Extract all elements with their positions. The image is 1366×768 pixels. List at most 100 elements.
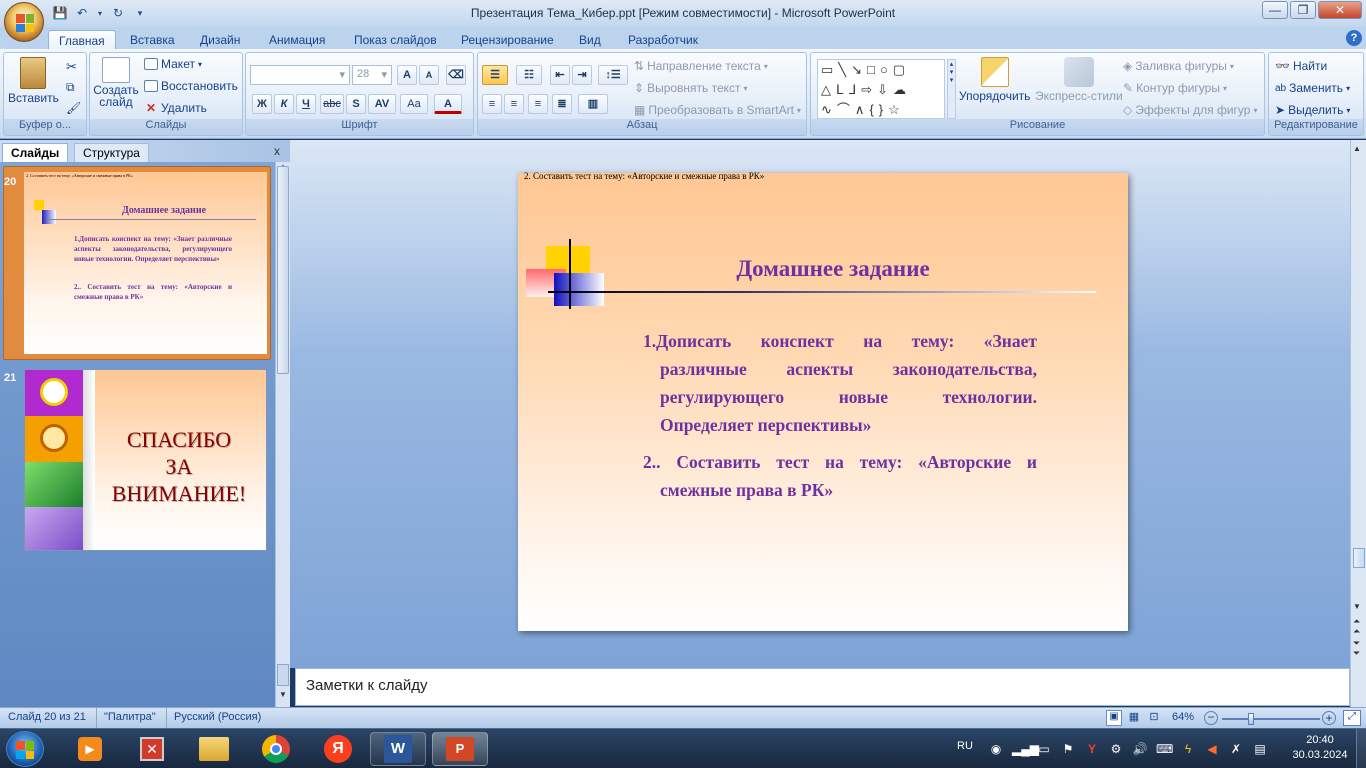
shape-outline-button[interactable]: ✎ Контур фигуры ▾ (1123, 81, 1227, 95)
no-network-icon[interactable]: ✗ (1228, 741, 1244, 757)
shrink-font-button[interactable]: A (419, 65, 439, 85)
smartart-button[interactable]: ▦ Преобразовать в SmartArt ▾ (634, 103, 801, 117)
tab-design[interactable]: Дизайн (190, 30, 250, 49)
tab-review[interactable]: Рецензирование (451, 30, 564, 49)
cut-icon[interactable]: ✂ (66, 59, 77, 75)
underline-button[interactable]: Ч (296, 94, 316, 114)
tray-settings-icon[interactable]: ⚙ (1108, 741, 1124, 757)
columns-button[interactable]: ▥ (578, 94, 608, 114)
fit-to-window-icon[interactable]: ⤢ (1343, 710, 1361, 726)
zoom-out-icon[interactable]: − (1204, 711, 1218, 725)
numbering-button[interactable]: ☷ (516, 65, 542, 85)
tray-app-icon[interactable]: ◉ (988, 741, 1004, 757)
decrease-indent-button[interactable]: ⇤ (550, 65, 570, 85)
normal-view-icon[interactable]: ▣ (1106, 710, 1122, 726)
minimize-button[interactable]: — (1262, 1, 1288, 19)
lightning-icon[interactable]: ϟ (1180, 741, 1196, 757)
strikethrough-button[interactable]: abc (320, 94, 344, 114)
prev-slide-icon[interactable]: ⏶ ⏶ (1353, 616, 1360, 636)
close-button[interactable]: ✕ (1318, 1, 1362, 19)
format-painter-icon[interactable]: 🖌 (66, 101, 81, 115)
zoom-in-icon[interactable]: + (1322, 711, 1336, 725)
tab-insert[interactable]: Вставка (120, 30, 185, 49)
help-icon[interactable]: ? (1346, 30, 1362, 46)
grow-font-button[interactable]: A (397, 65, 417, 85)
align-center-button[interactable]: ≡ (504, 94, 524, 114)
signal-icon[interactable]: ▂▄▆ (1012, 741, 1039, 757)
tab-outline[interactable]: Структура (74, 143, 149, 162)
quick-styles-button[interactable]: Экспресс-стили (1035, 57, 1123, 103)
line-spacing-button[interactable]: ↕☰ (598, 65, 628, 85)
find-button[interactable]: 👓 Найти (1275, 59, 1327, 73)
pane-close-button[interactable]: x (274, 144, 280, 158)
pane-scrollbar[interactable]: ▲ ▼ (275, 162, 290, 707)
font-name-combo[interactable]: ▾ (250, 65, 350, 85)
slide-header-text[interactable]: 2. Составить тест на тему: «Авторские и … (524, 171, 764, 181)
delete-slide-button[interactable]: ✕ Удалить (144, 101, 207, 115)
clock[interactable]: 20:40 30.03.2024 (1286, 733, 1354, 763)
slideshow-view-icon[interactable]: ⊡ (1146, 710, 1162, 726)
chrome-icon[interactable] (248, 732, 304, 766)
increase-indent-button[interactable]: ⇥ (572, 65, 592, 85)
arrange-button[interactable]: Упорядочить (959, 57, 1030, 103)
pane-scroll-thumb[interactable] (277, 166, 289, 374)
pane-scroll-grip[interactable] (277, 664, 289, 686)
current-slide[interactable]: 2. Составить тест на тему: «Авторские и … (518, 171, 1128, 631)
tab-home[interactable]: Главная (48, 30, 116, 49)
notes-pane[interactable]: Заметки к слайду (295, 668, 1350, 706)
shapes-gallery-scroll[interactable]: ▴ ▾ ▾ (947, 59, 956, 119)
thumbnail-slide-20[interactable]: 2. Составить тест на тему: «Авторские и … (24, 172, 267, 354)
slide-sorter-icon[interactable]: ▦ (1126, 710, 1142, 726)
media-player-icon[interactable]: ▶ (62, 732, 118, 766)
tab-developer[interactable]: Разработчик (618, 30, 708, 49)
thumbnail-slide-21[interactable]: СПАСИБО ЗА ВНИМАНИЕ! (24, 369, 267, 551)
word-icon[interactable]: W (370, 732, 426, 766)
clear-format-button[interactable]: ⌫ (446, 65, 466, 85)
char-spacing-button[interactable]: AV (368, 94, 396, 114)
justify-button[interactable]: ≣ (552, 94, 572, 114)
show-desktop-button[interactable] (1356, 729, 1366, 768)
align-left-button[interactable]: ≡ (482, 94, 502, 114)
change-case-button[interactable]: Aa (400, 94, 428, 114)
font-color-button[interactable]: A (434, 94, 462, 114)
language-indicator[interactable]: Русский (Россия) (174, 711, 261, 723)
align-right-button[interactable]: ≡ (528, 94, 548, 114)
bullets-button[interactable]: ☰ (482, 65, 508, 85)
editor-scroll-thumb[interactable] (1353, 548, 1365, 568)
tab-slideshow[interactable]: Показ слайдов (344, 30, 447, 49)
shape-effects-button[interactable]: ◇ Эффекты для фигур ▾ (1123, 103, 1257, 117)
tab-slides[interactable]: Слайды (2, 143, 69, 162)
editor-scrollbar[interactable]: ▲ ▼ ⏶ ⏶ ⏷ ⏷ (1350, 140, 1366, 708)
align-text-button[interactable]: ⇕ Выровнять текст ▾ (634, 81, 748, 95)
office-button[interactable] (4, 2, 44, 42)
start-button[interactable] (6, 731, 44, 767)
layout-button[interactable]: Макет ▾ (144, 57, 202, 71)
tab-view[interactable]: Вид (569, 30, 611, 49)
zoom-slider-track[interactable] (1222, 718, 1320, 720)
font-size-combo[interactable]: 28 ▾ (352, 65, 392, 85)
scroll-up-icon[interactable]: ▲ (1353, 144, 1361, 153)
zoom-slider-thumb[interactable] (1248, 713, 1255, 725)
shadow-button[interactable]: S (346, 94, 366, 114)
powerpoint-icon[interactable]: P (432, 732, 488, 766)
new-slide-button[interactable]: Создать слайд (93, 57, 139, 108)
yandex-icon[interactable]: Я (310, 732, 366, 766)
tray-monitor-icon[interactable]: ▭ (1036, 741, 1052, 757)
network-icon[interactable]: ⌨ (1156, 741, 1173, 757)
select-button[interactable]: ➤ Выделить ▾ (1275, 103, 1350, 117)
scroll-down-icon[interactable]: ▼ (277, 690, 289, 702)
volume-icon[interactable]: 🔊 (1132, 741, 1148, 757)
paint-icon[interactable]: ✕ (124, 732, 180, 766)
copy-icon[interactable]: ⧉ (66, 80, 75, 95)
replace-button[interactable]: ab Заменить ▾ (1275, 81, 1350, 95)
input-language[interactable]: RU (957, 740, 973, 752)
paste-button[interactable]: Вставить (8, 57, 59, 105)
shapes-gallery[interactable]: ▭╲↘□○▢ △ᒪᒧ⇨⇩☁ ∿⌒∧{}☆ (817, 59, 945, 119)
bold-button[interactable]: Ж (252, 94, 272, 114)
next-slide-icon[interactable]: ⏷ ⏷ (1353, 638, 1360, 658)
yandex-tray-icon[interactable]: Y (1084, 741, 1100, 757)
text-direction-button[interactable]: ⇅ Направление текста ▾ (634, 59, 768, 73)
tab-animation[interactable]: Анимация (259, 30, 335, 49)
speaker-muted-icon[interactable]: ◀ (1204, 741, 1220, 757)
scroll-down-icon[interactable]: ▼ (1353, 602, 1361, 611)
